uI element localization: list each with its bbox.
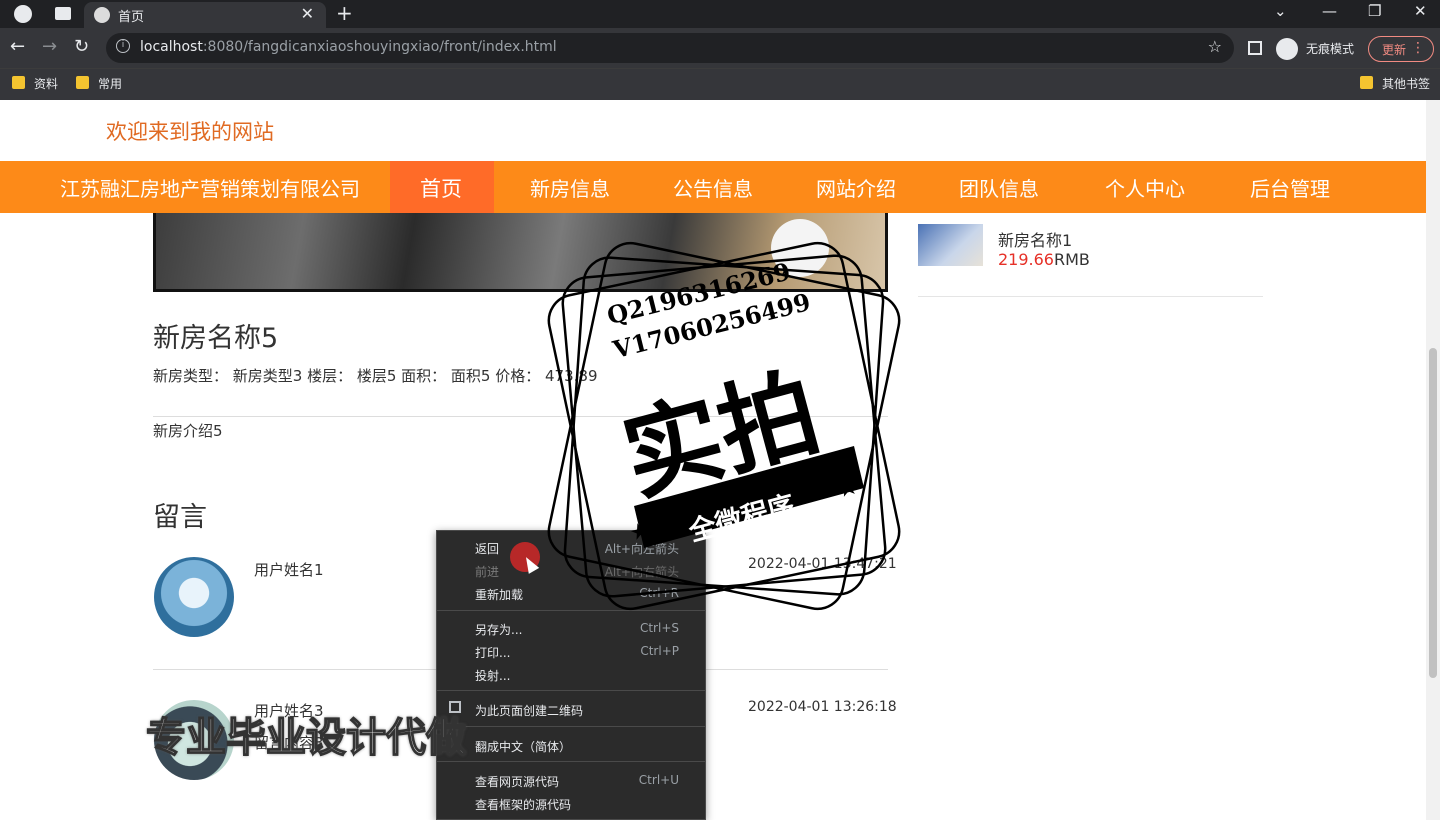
- nav-profile[interactable]: 个人中心: [1105, 173, 1185, 202]
- restore-button[interactable]: ❐: [1368, 2, 1381, 20]
- site-brand[interactable]: 江苏融汇房地产营销策划有限公司: [60, 173, 360, 202]
- menu-item-translate[interactable]: 翻成中文（简体）: [475, 738, 571, 755]
- close-tab-icon[interactable]: ✕: [301, 4, 314, 23]
- menu-separator: [437, 690, 705, 691]
- reload-button[interactable]: ↻: [74, 36, 89, 57]
- page-scrollbar[interactable]: [1426, 100, 1440, 820]
- bookmark-folder-ziliao[interactable]: 资料: [12, 75, 58, 92]
- divider: [918, 296, 1263, 297]
- folder-icon: [1360, 76, 1373, 89]
- menu-item-save-as[interactable]: 另存为...: [475, 621, 522, 638]
- back-button[interactable]: ←: [10, 36, 25, 57]
- nav-home[interactable]: 首页: [420, 173, 462, 203]
- browser-tab-strip: 首页 ✕ + ⌄ — ❐ ✕: [0, 0, 1440, 28]
- welcome-text: 欢迎来到我的网站: [106, 120, 274, 144]
- browser-toolbar: ← → ↻ i localhost:8080/fangdicanxiaoshou…: [0, 28, 1440, 68]
- nav-new-houses[interactable]: 新房信息: [530, 173, 610, 202]
- menu-separator: [437, 726, 705, 727]
- menu-item-qr-code[interactable]: 为此页面创建二维码: [475, 702, 583, 719]
- bookmark-folder-changyong[interactable]: 常用: [76, 75, 122, 92]
- comment-user: 用户姓名1: [254, 561, 324, 579]
- globe-icon[interactable]: [14, 5, 32, 23]
- folder-icon: [76, 76, 89, 89]
- incognito-icon[interactable]: [1276, 38, 1298, 60]
- bookmark-star-icon[interactable]: ☆: [1208, 37, 1222, 56]
- menu-item-print[interactable]: 打印...: [475, 644, 510, 661]
- side-house-price: 219.66RMB: [998, 250, 1090, 269]
- house-description: 新房介绍5: [153, 422, 223, 440]
- info-icon[interactable]: i: [116, 39, 130, 53]
- address-bar[interactable]: i localhost:8080/fangdicanxiaoshouyingxi…: [106, 33, 1234, 63]
- nav-announcements[interactable]: 公告信息: [673, 173, 753, 202]
- menu-item-view-frame-source[interactable]: 查看框架的源代码: [475, 796, 571, 813]
- url-text[interactable]: localhost:8080/fangdicanxiaoshouyingxiao…: [140, 39, 557, 55]
- new-tab-button[interactable]: +: [336, 1, 353, 25]
- house-meta: 新房类型： 新房类型3 楼层： 楼层5 面积： 面积5 价格： 473.89: [153, 367, 598, 385]
- shortcut: Ctrl+U: [638, 773, 679, 787]
- avatar: [154, 557, 234, 637]
- incognito-label: 无痕模式: [1306, 42, 1355, 56]
- browser-tab[interactable]: 首页 ✕: [84, 2, 326, 28]
- house-title: 新房名称5: [153, 323, 279, 354]
- menu-item-cast[interactable]: 投射...: [475, 667, 510, 684]
- update-label: 更新: [1382, 43, 1407, 57]
- menu-item-reload[interactable]: 重新加载: [475, 586, 523, 603]
- other-bookmarks[interactable]: 其他书签: [1360, 75, 1430, 92]
- forward-button[interactable]: →: [42, 36, 57, 57]
- nav-admin[interactable]: 后台管理: [1250, 173, 1330, 202]
- shortcut: Ctrl+P: [640, 644, 679, 658]
- nav-team[interactable]: 团队信息: [959, 173, 1039, 202]
- globe-icon: [94, 7, 110, 23]
- close-window-button[interactable]: ✕: [1414, 2, 1427, 20]
- tab-search-icon[interactable]: [55, 7, 71, 20]
- watermark-text: 专业毕业设计代做: [145, 714, 467, 762]
- minimize-button[interactable]: —: [1322, 2, 1337, 20]
- main-nav: 江苏融汇房地产营销策划有限公司 首页 新房信息 公告信息 网站介绍 团队信息 个…: [0, 161, 1426, 213]
- scrollbar-thumb[interactable]: [1429, 348, 1437, 678]
- menu-separator: [437, 761, 705, 762]
- tab-list-chevron-icon[interactable]: ⌄: [1274, 2, 1287, 20]
- update-button[interactable]: 更新 ⋮: [1368, 36, 1434, 62]
- menu-item-view-source[interactable]: 查看网页源代码: [475, 773, 559, 790]
- side-panel-icon[interactable]: [1248, 41, 1262, 55]
- side-house-thumbnail[interactable]: [918, 224, 983, 266]
- menu-item-back[interactable]: 返回: [475, 540, 499, 557]
- bookmarks-bar: 资料 常用 其他书签: [0, 68, 1440, 100]
- side-house-name[interactable]: 新房名称1: [998, 227, 1072, 251]
- comment-time: 2022-04-01 13:26:18: [748, 699, 897, 715]
- comments-heading: 留言: [153, 502, 207, 533]
- nav-about[interactable]: 网站介绍: [816, 173, 896, 202]
- menu-item-forward[interactable]: 前进: [475, 563, 499, 580]
- shortcut: Ctrl+S: [639, 621, 679, 635]
- watermark-stamp: ★ ★ Q2196316269 V17060256499 实拍 全微程序: [534, 236, 908, 622]
- folder-icon: [12, 76, 25, 89]
- tab-title: 首页: [118, 10, 145, 25]
- more-menu-icon[interactable]: ⋮: [1411, 40, 1425, 56]
